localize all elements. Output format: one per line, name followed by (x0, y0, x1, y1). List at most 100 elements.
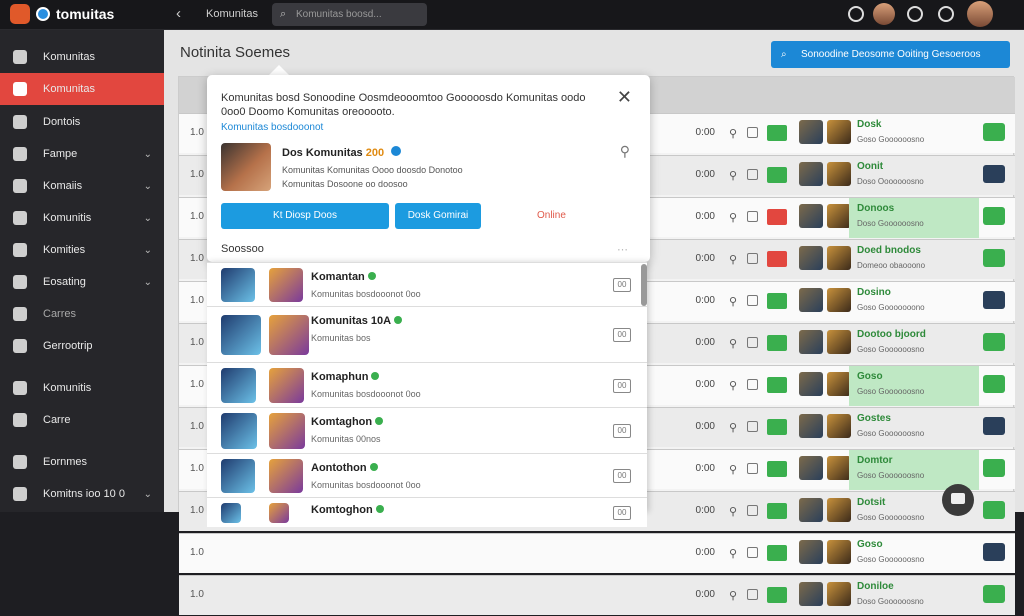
list-item[interactable]: Komtaghon Komunitas 00nos 00 (207, 407, 647, 453)
key-icon[interactable]: ⚲ (729, 127, 737, 140)
primary-action-button[interactable]: ⌕ Sonoodine Deosome Ooiting Gesoeroos (771, 41, 1010, 68)
list-item-badge[interactable]: 00 (613, 424, 631, 438)
row-checkbox[interactable] (747, 337, 758, 348)
search-input[interactable]: ⌕ Komunitas boosd... (272, 3, 427, 26)
list-item-badge[interactable]: 00 (613, 506, 631, 520)
back-button[interactable]: ‹ (176, 5, 181, 22)
key-icon[interactable]: ⚲ (729, 337, 737, 350)
dialog-secondary-button[interactable]: Dosk Gomirai (395, 203, 481, 229)
table-row[interactable]: 1.0 0:00 ⚲ Doniloe Doso Goooooosno (179, 575, 1015, 615)
online-link[interactable]: Online (537, 210, 566, 221)
sidebar-item[interactable]: Komunitas (0, 41, 164, 73)
row-checkbox[interactable] (747, 211, 758, 222)
row-id: 1.0 (190, 169, 204, 180)
action-badge[interactable] (983, 543, 1005, 561)
avatar (799, 498, 823, 522)
app-brand[interactable]: tomuitas (10, 4, 114, 24)
row-checkbox[interactable] (747, 589, 758, 600)
list-item-name: Komantan (311, 271, 376, 283)
sidebar-item[interactable]: Fampe ⌄ (0, 138, 164, 170)
scrollbar[interactable] (641, 264, 647, 306)
key-icon[interactable]: ⚲ (729, 463, 737, 476)
sidebar-item[interactable]: Komaiis ⌄ (0, 170, 164, 202)
settings-icon (13, 339, 27, 353)
list-item-badge[interactable]: 00 (613, 328, 631, 342)
settings-icon[interactable] (938, 6, 954, 22)
sidebar-item[interactable]: Komitns ioo 10 0 ⌄ (0, 478, 164, 510)
row-checkbox[interactable] (747, 379, 758, 390)
action-badge[interactable] (983, 501, 1005, 519)
sidebar-item[interactable]: Komities ⌄ (0, 234, 164, 266)
sidebar-item[interactable]: Carre (0, 404, 164, 436)
help-icon[interactable] (907, 6, 923, 22)
avatar (827, 120, 851, 144)
key-icon[interactable]: ⚲ (729, 589, 737, 602)
row-time: 0:00 (695, 421, 715, 432)
avatar (799, 204, 823, 228)
gear-icon (13, 211, 27, 225)
action-badge[interactable] (983, 375, 1005, 393)
game-sub: Goso Goooooosno (857, 513, 925, 522)
status-square (767, 503, 787, 519)
list-item[interactable]: Komaphun Komunitas bosdooonot 0oo 00 (207, 362, 647, 407)
key-icon[interactable]: ⚲ (729, 253, 737, 266)
key-icon[interactable]: ⚲ (729, 169, 737, 182)
list-item-badge[interactable]: 00 (613, 469, 631, 483)
search-placeholder: Komunitas boosd... (296, 9, 382, 20)
more-icon[interactable]: ⋯ (617, 243, 628, 256)
action-badge[interactable] (983, 417, 1005, 435)
row-checkbox[interactable] (747, 295, 758, 306)
list-item[interactable]: Komtoghon 00 (207, 497, 647, 527)
key-icon[interactable]: ⚲ (729, 379, 737, 392)
profile-avatar (221, 143, 271, 191)
action-badge[interactable] (983, 291, 1005, 309)
sidebar-item[interactable]: Eornmes (0, 446, 164, 478)
action-badge[interactable] (983, 249, 1005, 267)
sidebar-item[interactable]: Komunitas (0, 73, 164, 105)
row-checkbox[interactable] (747, 127, 758, 138)
row-checkbox[interactable] (747, 547, 758, 558)
row-id: 1.0 (190, 127, 204, 138)
action-badge[interactable] (983, 165, 1005, 183)
sidebar-item[interactable]: Dontois (0, 106, 164, 138)
table-row[interactable]: 1.0 0:00 ⚲ Goso Goso Goooooosno (179, 533, 1015, 573)
user-avatar[interactable] (967, 1, 993, 27)
list-item-badge[interactable]: 00 (613, 278, 631, 292)
action-badge[interactable] (983, 459, 1005, 477)
list-item-badge[interactable]: 00 (613, 378, 631, 393)
list-item[interactable]: Aontothon Komunitas bosdooonot 0oo 00 (207, 453, 647, 497)
dialog-primary-button[interactable]: Kt Diosp Doos (221, 203, 389, 229)
action-badge[interactable] (983, 207, 1005, 225)
row-checkbox[interactable] (747, 421, 758, 432)
sidebar-item[interactable]: Carres (0, 298, 164, 330)
action-badge[interactable] (983, 333, 1005, 351)
row-checkbox[interactable] (747, 253, 758, 264)
key-icon[interactable]: ⚲ (729, 211, 737, 224)
list-item-icon (221, 268, 255, 302)
breadcrumb[interactable]: Komunitas (206, 8, 258, 20)
row-checkbox[interactable] (747, 169, 758, 180)
sidebar-item[interactable]: Eosating ⌄ (0, 266, 164, 298)
notification-icon[interactable] (848, 6, 864, 22)
sidebar-item[interactable]: Gerrootrip (0, 330, 164, 362)
chevron-down-icon: ⌄ (143, 276, 152, 288)
close-icon[interactable]: ✕ (617, 87, 632, 108)
list-item[interactable]: Komantan Komunitas bosdooonot 0oo 00 (207, 262, 647, 306)
pin-icon[interactable]: ⚲ (620, 143, 630, 160)
sidebar-item[interactable]: Komunitis ⌄ (0, 202, 164, 234)
key-icon[interactable]: ⚲ (729, 547, 737, 560)
search-icon: ⌕ (781, 49, 787, 60)
dialog-link[interactable]: Komunitas bosdooonot (221, 122, 323, 133)
avatar (827, 582, 851, 606)
key-icon[interactable]: ⚲ (729, 295, 737, 308)
avatar[interactable] (873, 3, 895, 25)
list-item[interactable]: Komunitas 10A Komunitas bos 00 (207, 306, 647, 362)
row-checkbox[interactable] (747, 505, 758, 516)
avatar (799, 330, 823, 354)
list-item-icon (221, 459, 255, 493)
action-badge[interactable] (983, 123, 1005, 141)
sidebar-item[interactable]: Komunitis (0, 372, 164, 404)
action-badge[interactable] (983, 585, 1005, 603)
key-icon[interactable]: ⚲ (729, 421, 737, 434)
row-checkbox[interactable] (747, 463, 758, 474)
